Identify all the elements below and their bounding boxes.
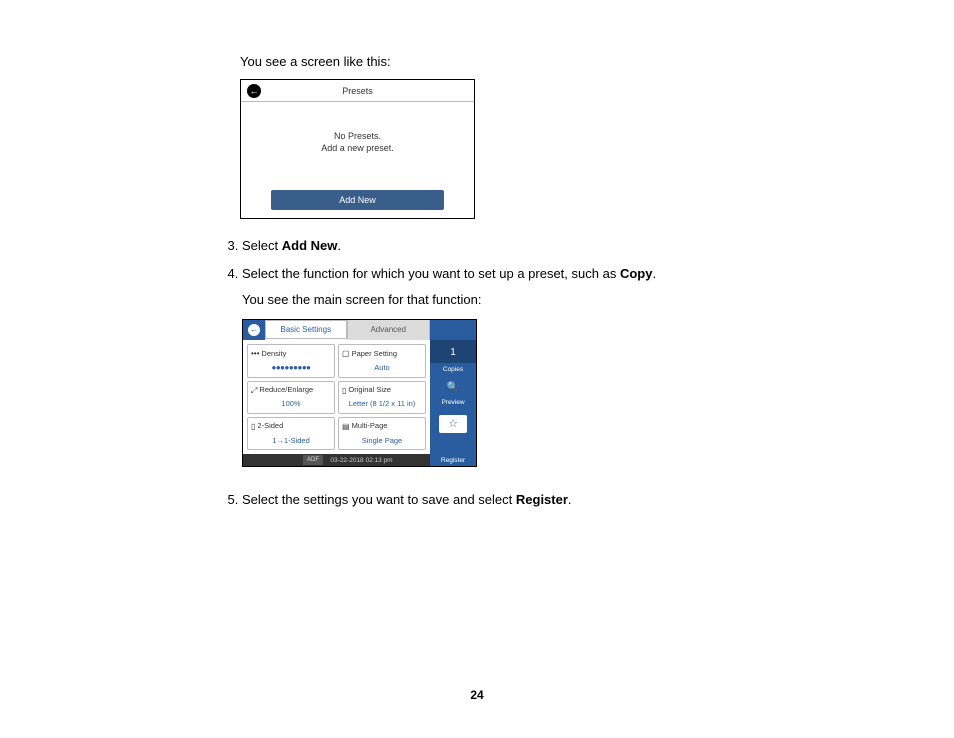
copy-function-screenshot: ← Basic Settings Advanced •••Density ●●●… xyxy=(242,319,477,467)
preview-icon[interactable]: 🔍 xyxy=(447,379,459,396)
presets-titlebar: ← Presets xyxy=(241,80,474,102)
instruction-list: Select Add New. Select the function for … xyxy=(210,235,864,511)
original-size-label: Original Size xyxy=(348,384,391,397)
paper-setting-cell[interactable]: ▢Paper Setting Auto xyxy=(338,344,426,377)
top-spacer xyxy=(430,320,476,340)
twosided-icon: ▯ xyxy=(251,420,255,434)
density-value: ●●●●●●●●● xyxy=(251,361,331,375)
copies-label: Copies xyxy=(443,364,463,375)
register-star-button[interactable]: ☆ xyxy=(439,415,467,433)
multipage-icon: ▤ xyxy=(342,420,350,434)
multi-page-cell[interactable]: ▤Multi-Page Single Page xyxy=(338,417,426,450)
step-3-suffix: . xyxy=(337,238,341,253)
presets-empty-message: No Presets. Add a new preset. xyxy=(241,102,474,184)
copy-sidebar: 1 Copies 🔍 Preview ☆ xyxy=(430,340,476,454)
multi-page-value: Single Page xyxy=(342,435,422,448)
settings-grid: •••Density ●●●●●●●●● ▢Paper Setting Auto… xyxy=(243,340,430,454)
reduce-enlarge-label: Reduce/Enlarge xyxy=(259,384,313,397)
density-label: Density xyxy=(261,348,286,361)
empty-line-2: Add a new preset. xyxy=(321,143,394,155)
density-cell[interactable]: •••Density ●●●●●●●●● xyxy=(247,344,335,377)
original-size-cell[interactable]: ▯Original Size Letter (8 1/2 x 11 in) xyxy=(338,381,426,414)
multi-page-label: Multi-Page xyxy=(352,420,388,433)
step-4-subtext: You see the main screen for that functio… xyxy=(242,289,864,311)
step-5: Select the settings you want to save and… xyxy=(242,489,864,511)
copies-number[interactable]: 1 xyxy=(430,340,476,363)
tab-advanced[interactable]: Advanced xyxy=(348,320,431,340)
back-arrow-icon: ← xyxy=(248,324,260,336)
reduce-enlarge-value: 100% xyxy=(251,398,331,411)
reduce-icon: ⤢ xyxy=(251,384,257,398)
step-5-prefix: Select the settings you want to save and… xyxy=(242,492,516,507)
step-5-bold: Register xyxy=(516,492,568,507)
paper-setting-label: Paper Setting xyxy=(352,348,397,361)
paper-icon: ▢ xyxy=(342,347,350,361)
step-4-prefix: Select the function for which you want t… xyxy=(242,266,620,281)
original-size-value: Letter (8 1/2 x 11 in) xyxy=(342,398,422,411)
density-icon: ••• xyxy=(251,347,259,361)
step-4-bold: Copy xyxy=(620,266,653,281)
add-new-button[interactable]: Add New xyxy=(271,190,444,210)
step-3-prefix: Select xyxy=(242,238,282,253)
step-4: Select the function for which you want t… xyxy=(242,263,864,467)
step-4-suffix: . xyxy=(652,266,656,281)
two-sided-cell[interactable]: ▯2-Sided 1→1-Sided xyxy=(247,417,335,450)
copy-top-bar: ← Basic Settings Advanced xyxy=(243,320,476,340)
page-number: 24 xyxy=(0,688,954,702)
step-3: Select Add New. xyxy=(242,235,864,257)
step-3-bold: Add New xyxy=(282,238,338,253)
bottom-status-bar: ADF 03-22-2018 02:13 pm Register xyxy=(243,454,476,466)
two-sided-value: 1→1-Sided xyxy=(251,435,331,448)
datetime-display: 03-22-2018 02:13 pm xyxy=(293,455,430,466)
empty-line-1: No Presets. xyxy=(334,131,381,143)
presets-title: Presets xyxy=(241,86,474,96)
preview-label: Preview xyxy=(441,397,464,408)
two-sided-label: 2-Sided xyxy=(257,420,283,433)
tab-basic-settings[interactable]: Basic Settings xyxy=(265,320,348,340)
intro-text: You see a screen like this: xyxy=(240,54,864,69)
register-label[interactable]: Register xyxy=(430,454,476,466)
reduce-enlarge-cell[interactable]: ⤢Reduce/Enlarge 100% xyxy=(247,381,335,414)
presets-screenshot: ← Presets No Presets. Add a new preset. … xyxy=(240,79,475,219)
original-icon: ▯ xyxy=(342,384,346,398)
back-button[interactable]: ← xyxy=(243,320,265,340)
step-5-suffix: . xyxy=(568,492,572,507)
paper-setting-value: Auto xyxy=(342,362,422,375)
